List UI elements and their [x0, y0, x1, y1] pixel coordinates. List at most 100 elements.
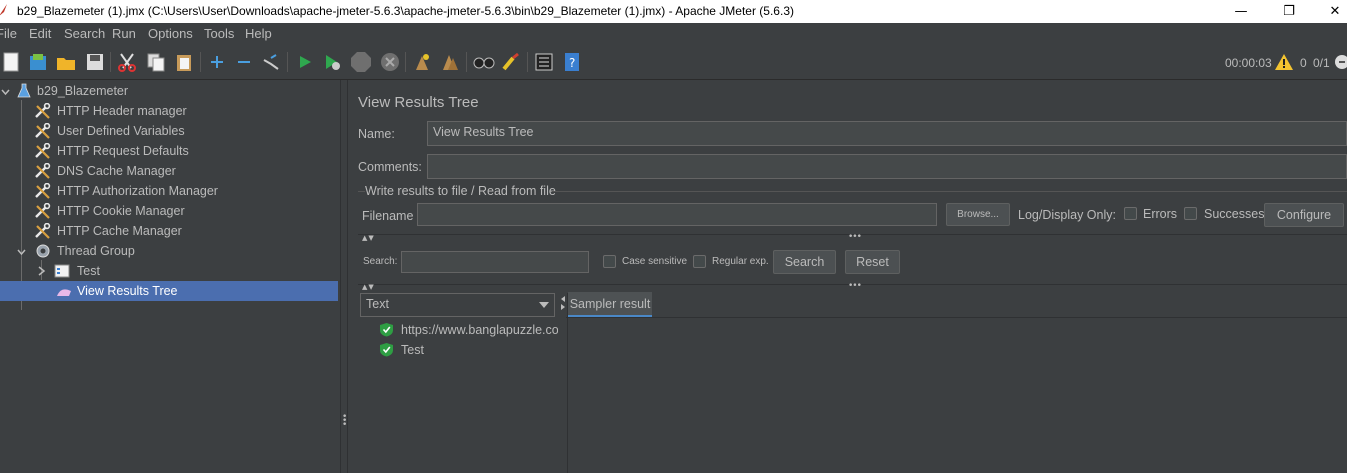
- function-helper-icon[interactable]: [533, 51, 555, 73]
- paste-icon[interactable]: [173, 51, 195, 73]
- collapse-arrows-icon[interactable]: ▲▼: [362, 283, 375, 291]
- tree-splitter[interactable]: • • •: [340, 80, 348, 473]
- open-icon[interactable]: [55, 51, 77, 73]
- menu-edit[interactable]: Edit: [29, 26, 51, 41]
- tree-row-config[interactable]: HTTP Header manager: [0, 101, 338, 121]
- reset-button[interactable]: Reset: [845, 250, 900, 274]
- minimize-icon: —: [1234, 4, 1248, 19]
- config-wrench-icon: [35, 103, 51, 119]
- chevron-down-icon[interactable]: [17, 247, 26, 256]
- save-icon[interactable]: [84, 51, 106, 73]
- copy-icon[interactable]: [145, 51, 167, 73]
- menu-options[interactable]: Options: [148, 26, 193, 41]
- name-label: Name:: [358, 127, 395, 141]
- shutdown-icon[interactable]: [379, 51, 401, 73]
- search-label: Search:: [363, 256, 398, 267]
- renderer-select[interactable]: Text: [360, 293, 555, 317]
- browse-button[interactable]: Browse...: [946, 203, 1010, 226]
- config-wrench-icon: [35, 143, 51, 159]
- toggle-icon[interactable]: [260, 51, 282, 73]
- menu-tools[interactable]: Tools: [204, 26, 234, 41]
- tree-row-config[interactable]: HTTP Request Defaults: [0, 141, 338, 161]
- tree-root-row[interactable]: b29_Blazemeter: [0, 81, 338, 101]
- test-plan-tree: b29_Blazemeter HTTP Header manager User D…: [0, 80, 340, 473]
- file-group-title: Write results to file / Read from file: [365, 184, 556, 198]
- tree-row-config[interactable]: User Defined Variables: [0, 121, 338, 141]
- start-no-timers-icon[interactable]: [321, 51, 343, 73]
- config-wrench-icon: [35, 163, 51, 179]
- close-button[interactable]: ✕: [1312, 0, 1347, 23]
- menu-run[interactable]: Run: [112, 26, 136, 41]
- start-icon[interactable]: [294, 51, 316, 73]
- config-wrench-icon: [35, 123, 51, 139]
- results-splitter[interactable]: [559, 293, 567, 473]
- tree-row-config[interactable]: HTTP Authorization Manager: [0, 181, 338, 201]
- menu-search[interactable]: Search: [64, 26, 105, 41]
- help-icon[interactable]: ?: [561, 51, 583, 73]
- list-item[interactable]: Test: [379, 341, 559, 361]
- clear-all-icon[interactable]: [439, 51, 461, 73]
- tree-row-config[interactable]: HTTP Cache Manager: [0, 221, 338, 241]
- name-field[interactable]: View Results Tree: [427, 121, 1347, 146]
- tree-label: HTTP Cookie Manager: [57, 204, 185, 218]
- tree-label: HTTP Authorization Manager: [57, 184, 218, 198]
- configure-button[interactable]: Configure: [1264, 203, 1344, 227]
- menu-help[interactable]: Help: [245, 26, 272, 41]
- gear-icon: [36, 244, 50, 258]
- tree-label-view-results-tree: View Results Tree: [77, 284, 178, 298]
- cut-icon[interactable]: [116, 51, 138, 73]
- tree-label: HTTP Request Defaults: [57, 144, 189, 158]
- regular-exp-label: Regular exp.: [712, 256, 769, 267]
- drag-handle-icon[interactable]: •••: [848, 232, 862, 242]
- tree-row-view-results-tree[interactable]: View Results Tree: [0, 281, 338, 301]
- case-sensitive-checkbox[interactable]: [603, 255, 616, 268]
- successes-label: Successes: [1204, 207, 1265, 221]
- collapse-icon[interactable]: [233, 51, 255, 73]
- errors-checkbox[interactable]: [1124, 207, 1137, 220]
- search-icon[interactable]: [473, 51, 495, 73]
- tree-row-config[interactable]: DNS Cache Manager: [0, 161, 338, 181]
- tree-row-thread-group[interactable]: Thread Group: [0, 241, 338, 261]
- close-icon: ✕: [1329, 4, 1341, 19]
- clear-icon[interactable]: [411, 51, 433, 73]
- search-input[interactable]: [401, 251, 589, 273]
- window-title-bar: b29_Blazemeter (1).jmx (C:\Users\User\Do…: [0, 0, 1347, 23]
- menu-file[interactable]: File: [0, 26, 17, 41]
- result-label: Test: [401, 343, 424, 357]
- expand-icon[interactable]: [206, 51, 228, 73]
- drag-handle-icon[interactable]: •••: [848, 281, 862, 291]
- filename-field[interactable]: [417, 203, 937, 226]
- warning-icon[interactable]: [1274, 53, 1294, 71]
- remote-status-icon[interactable]: [1334, 54, 1347, 70]
- list-item[interactable]: https://www.banglapuzzle.com: [379, 321, 559, 341]
- comments-field[interactable]: [427, 154, 1347, 179]
- tree-label: DNS Cache Manager: [57, 164, 176, 178]
- config-wrench-icon: [35, 203, 51, 219]
- stop-icon[interactable]: [350, 51, 372, 73]
- warning-count: 0: [1300, 56, 1307, 70]
- listener-icon: [57, 289, 71, 296]
- success-shield-icon: [380, 323, 393, 337]
- elapsed-timer: 00:00:03: [1225, 56, 1272, 70]
- maximize-button[interactable]: ❐: [1266, 0, 1312, 23]
- reset-search-icon[interactable]: [500, 51, 522, 73]
- comments-label: Comments:: [358, 160, 422, 174]
- new-icon[interactable]: [0, 51, 22, 73]
- svg-text:?: ?: [569, 56, 575, 70]
- templates-icon[interactable]: [27, 51, 49, 73]
- tab-sampler-result[interactable]: Sampler result: [568, 292, 652, 317]
- tree-label-thread-group: Thread Group: [57, 244, 135, 258]
- errors-label: Errors: [1143, 207, 1178, 221]
- tree-row-test[interactable]: Test: [0, 261, 338, 281]
- active-threads: 0/1: [1313, 56, 1330, 70]
- collapse-arrows-icon[interactable]: ▲▼: [362, 234, 375, 242]
- search-button[interactable]: Search: [773, 250, 836, 274]
- regular-exp-checkbox[interactable]: [693, 255, 706, 268]
- tree-row-config[interactable]: HTTP Cookie Manager: [0, 201, 338, 221]
- flask-icon: [17, 83, 31, 98]
- successes-checkbox[interactable]: [1184, 207, 1197, 220]
- minimize-button[interactable]: —: [1218, 0, 1264, 23]
- chevron-right-icon[interactable]: [37, 266, 46, 276]
- tree-label: User Defined Variables: [57, 124, 185, 138]
- chevron-down-icon[interactable]: [1, 87, 10, 96]
